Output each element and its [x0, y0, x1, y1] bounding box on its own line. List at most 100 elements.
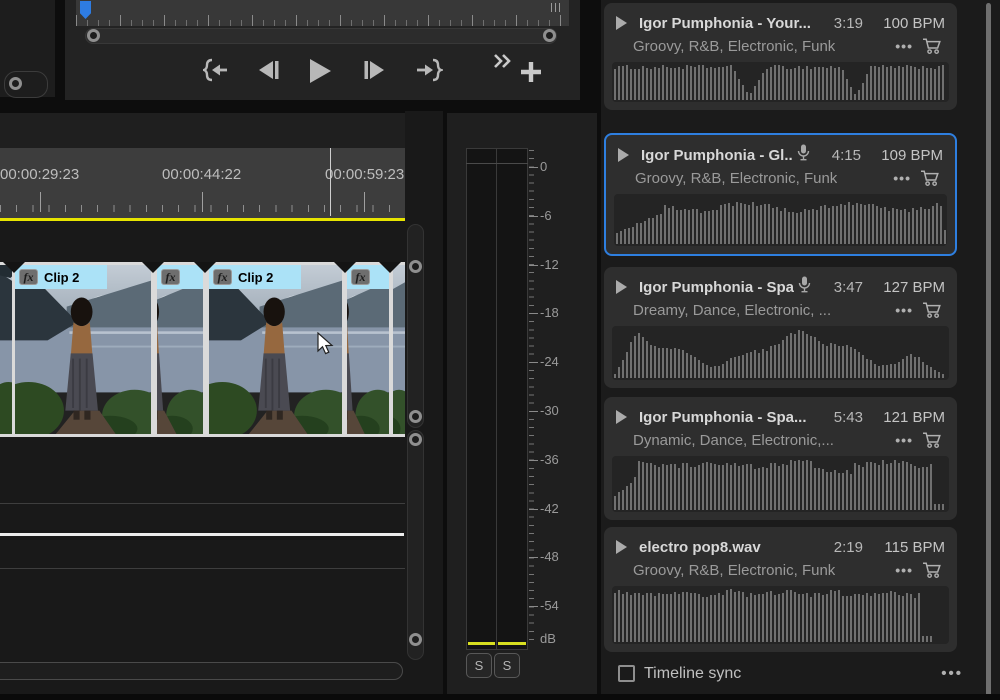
audio-track-card[interactable]: electro pop8.wav 2:19 115 BPM Groovy, R&…	[604, 527, 957, 652]
audio-track-card[interactable]: Igor Pumphonia - Your... 3:19 100 BPM Gr…	[604, 3, 957, 110]
play-icon[interactable]	[616, 540, 627, 554]
more-options-icon[interactable]: •••	[893, 170, 911, 186]
track-duration: 2:19	[834, 539, 863, 556]
step-forward-button[interactable]	[362, 60, 386, 80]
scrollbar-end-handle[interactable]	[9, 77, 22, 90]
timeline-playhead-line[interactable]	[330, 148, 331, 216]
play-icon[interactable]	[616, 280, 627, 294]
window-bottom-edge	[0, 694, 1000, 700]
clip-boundary-notch	[142, 262, 164, 273]
audio-track-card[interactable]: Igor Pumphonia - Spa... 5:43 121 BPM Dyn…	[604, 397, 957, 520]
more-options-icon[interactable]: •••	[895, 432, 913, 448]
meter-unit-label: dB	[540, 631, 556, 646]
meter-major-tick	[529, 606, 538, 607]
timeline-header-space	[0, 113, 405, 148]
audio-meter	[466, 148, 528, 650]
go-to-out-button[interactable]	[416, 58, 443, 82]
timeline-scrollbar-column	[405, 111, 443, 587]
solo-left-button[interactable]: S	[466, 653, 492, 678]
clip-header: fxClip 2	[209, 265, 301, 289]
ruler-major-tick	[364, 192, 365, 212]
scrollbar-handle[interactable]	[409, 260, 422, 273]
add-to-cart-icon[interactable]	[919, 37, 945, 55]
track-divider	[0, 503, 405, 504]
panel-vertical-scrollbar[interactable]	[986, 3, 991, 697]
timeline-ruler[interactable]: 00:00:29:23 00:00:44:22 00:00:59:23	[0, 148, 405, 219]
mouse-cursor	[316, 332, 338, 356]
more-options-icon[interactable]: •••	[895, 38, 913, 54]
play-icon[interactable]	[616, 410, 627, 424]
meter-scale-label: -18	[540, 305, 559, 320]
more-options-icon[interactable]: •••	[895, 302, 913, 318]
more-options-icon[interactable]: •••	[895, 562, 913, 578]
track-title: Igor Pumphonia - Your...	[639, 15, 811, 32]
meter-major-tick	[529, 509, 538, 510]
track-zoom-scrollbar-lower[interactable]	[407, 430, 424, 660]
zoom-handle-right[interactable]	[543, 29, 556, 42]
scrollbar-handle[interactable]	[409, 633, 422, 646]
add-to-cart-icon[interactable]	[919, 301, 945, 319]
panel-overflow-button[interactable]	[493, 53, 513, 69]
track-bpm: 127 BPM	[869, 279, 945, 296]
microphone-icon	[797, 144, 810, 166]
add-to-cart-icon[interactable]	[917, 169, 943, 187]
timeline-horizontal-scrollbar[interactable]	[0, 662, 403, 680]
monitor-zoom-scrollbar[interactable]	[85, 28, 557, 44]
waveform[interactable]	[612, 62, 949, 102]
ruler-major-tick	[202, 192, 203, 212]
solo-right-button[interactable]: S	[494, 653, 520, 678]
add-to-cart-icon[interactable]	[919, 431, 945, 449]
waveform[interactable]	[612, 586, 949, 644]
collapsed-audio-clip[interactable]	[0, 533, 404, 536]
video-clip[interactable]: fxClip 2	[15, 265, 151, 434]
video-clip[interactable]: fx	[157, 265, 203, 434]
waveform[interactable]	[612, 326, 949, 380]
corner-panel	[0, 0, 55, 97]
meter-level-right	[498, 642, 526, 645]
video-clip[interactable]	[393, 265, 405, 434]
waveform[interactable]	[614, 194, 947, 246]
scrollbar-handle[interactable]	[409, 433, 422, 446]
timecode-label: 00:00:29:23	[0, 166, 79, 183]
chevrons-icon	[493, 53, 513, 69]
meter-major-tick	[529, 411, 538, 412]
go-to-in-button[interactable]	[203, 58, 229, 82]
video-track[interactable]: fxClip 2 fx	[0, 262, 405, 437]
track-tags: Groovy, R&B, Electronic, Funk	[635, 170, 837, 187]
work-area-bar	[0, 218, 405, 221]
play-button[interactable]	[307, 58, 333, 84]
timeline-sync-checkbox[interactable]	[618, 665, 635, 682]
meter-major-tick	[529, 313, 538, 314]
meter-scale-label: -54	[540, 598, 559, 613]
video-clip[interactable]: fx	[347, 265, 389, 434]
meter-scale-label: -36	[540, 452, 559, 467]
track-bpm: 115 BPM	[869, 539, 945, 556]
track-duration: 3:47	[834, 279, 863, 296]
step-back-button[interactable]	[257, 60, 281, 80]
timecode-label: 00:00:59:23	[325, 166, 404, 183]
scrollbar-handle[interactable]	[409, 410, 422, 423]
audio-meter-panel: 0-6-12-18-24-30-36-42-48-54dB S S	[447, 113, 597, 700]
footer-more-options-icon[interactable]: •••	[941, 665, 963, 682]
zoom-handle-left[interactable]	[87, 29, 100, 42]
step-back-icon	[257, 60, 281, 80]
meter-major-tick	[529, 557, 538, 558]
play-icon[interactable]	[616, 16, 627, 30]
clip-name-label: Clip 2	[238, 270, 273, 285]
add-button[interactable]	[520, 61, 542, 83]
audio-track-card[interactable]: Igor Pumphonia - Spa 3:47 127 BPM Dreamy…	[604, 267, 957, 388]
track-duration: 3:19	[834, 15, 863, 32]
waveform[interactable]	[612, 456, 949, 512]
meter-scale-label: -6	[540, 208, 552, 223]
track-tags: Dynamic, Dance, Electronic,...	[633, 432, 834, 449]
clip-thumbnail	[347, 265, 389, 434]
clip-thumbnail	[0, 265, 12, 434]
video-clip[interactable]	[0, 265, 12, 434]
audio-browser-panel: Igor Pumphonia - Your... 3:19 100 BPM Gr…	[601, 0, 1000, 700]
track-zoom-scrollbar-upper[interactable]	[407, 224, 424, 428]
play-icon[interactable]	[618, 148, 629, 162]
audio-track-card[interactable]: Igor Pumphonia - Gl.. 4:15 109 BPM Groov…	[604, 133, 957, 256]
add-to-cart-icon[interactable]	[919, 561, 945, 579]
monitor-time-ruler[interactable]	[76, 0, 569, 26]
zoom-grip-icon[interactable]	[551, 3, 563, 12]
